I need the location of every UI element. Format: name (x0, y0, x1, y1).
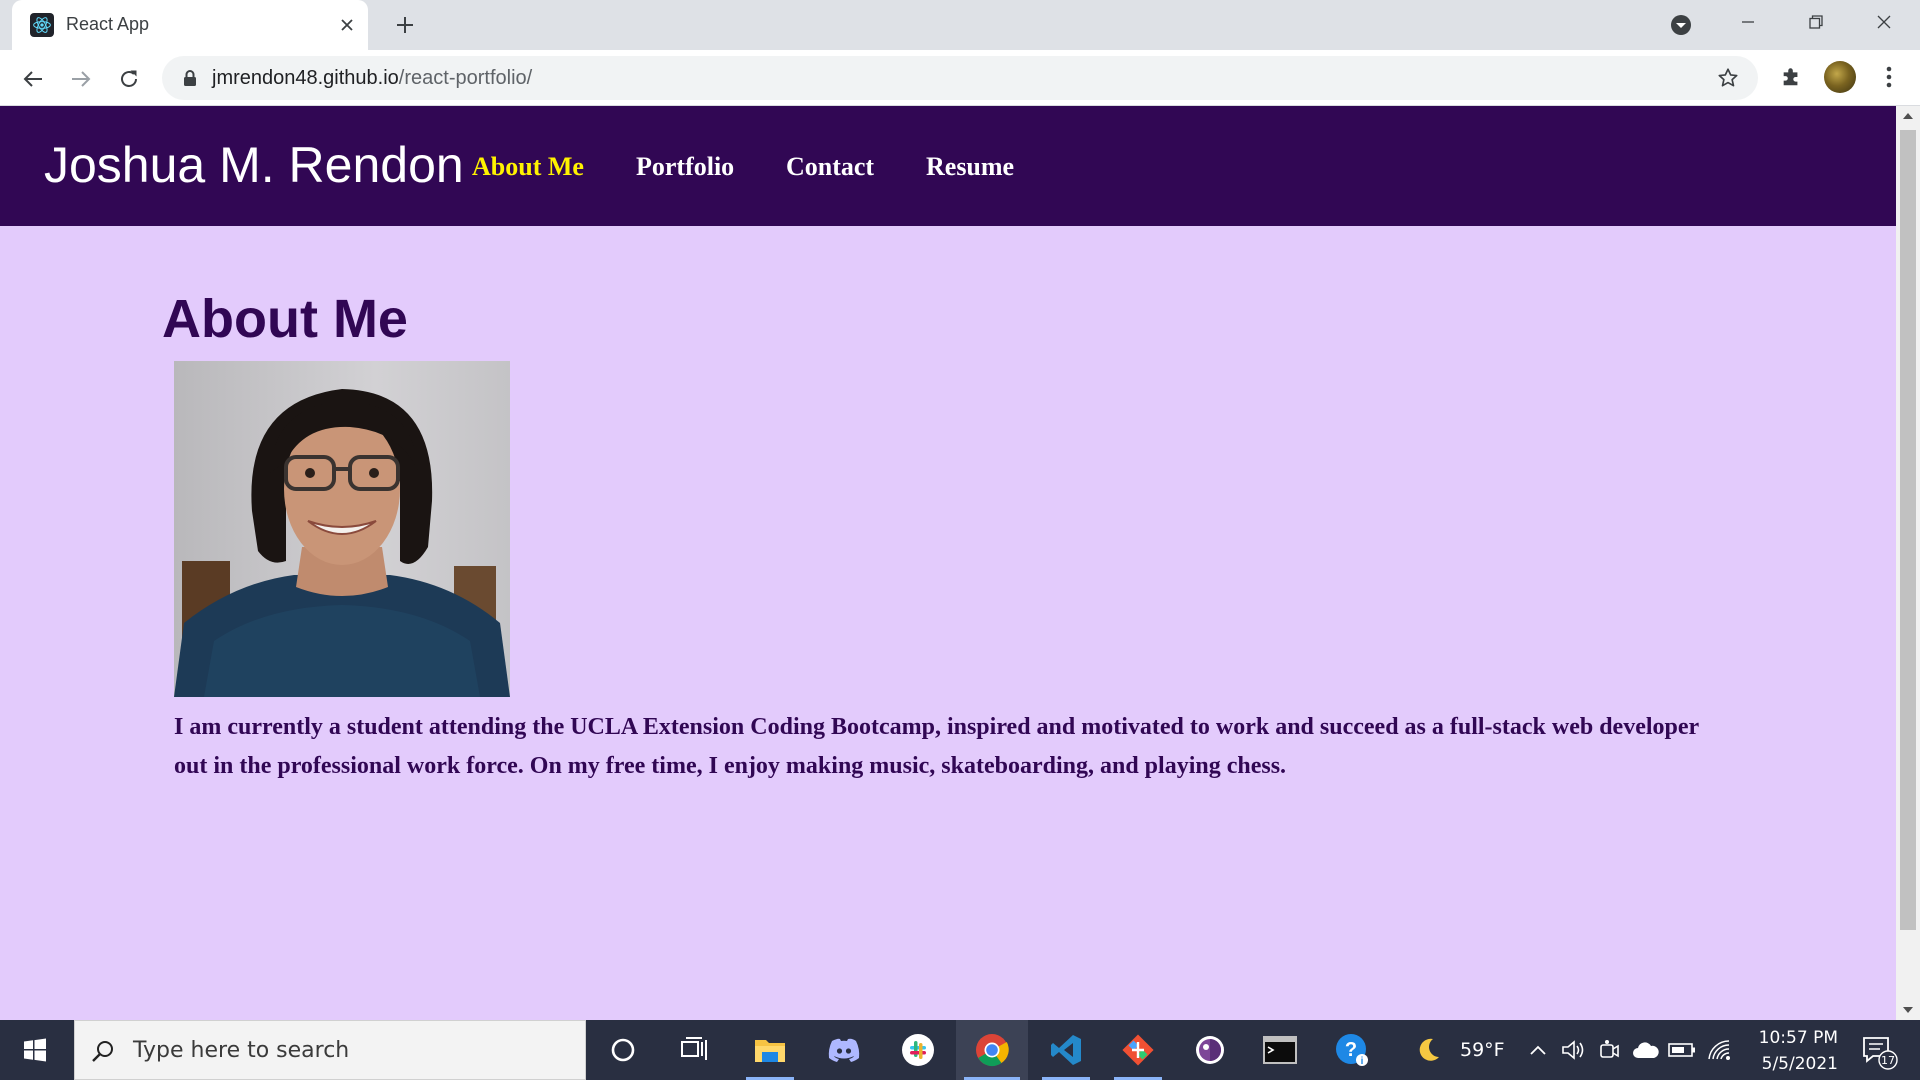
tab-title: React App (66, 14, 150, 34)
moon-icon[interactable] (1412, 1020, 1444, 1080)
search-icon (89, 1037, 117, 1065)
nav-about-me[interactable]: About Me (472, 152, 584, 182)
reload-icon[interactable] (112, 62, 146, 96)
notification-count: 17 (1881, 1054, 1895, 1067)
search-placeholder: Type here to search (133, 1038, 350, 1063)
onedrive-cloud-icon[interactable] (1630, 1020, 1662, 1080)
svg-text:i: i (1361, 1056, 1364, 1067)
nav-resume[interactable]: Resume (926, 152, 1014, 182)
speaker-icon[interactable] (1558, 1020, 1588, 1080)
url-path: /react-portfolio/ (398, 67, 533, 89)
terminal-icon[interactable] (1248, 1020, 1312, 1080)
page-scrollbar[interactable] (1896, 106, 1920, 1020)
taskbar-clock[interactable]: 10:57 PM 5/5/2021 (1744, 1025, 1838, 1077)
browser-tab[interactable]: React App (12, 0, 368, 50)
vscode-icon[interactable] (1034, 1020, 1098, 1080)
windows-taskbar: Type here to search ? i 59°F 10:57 PM 5/… (0, 1020, 1920, 1080)
url-host: jmrendon48.github.io (212, 67, 399, 89)
battery-icon[interactable] (1666, 1020, 1698, 1080)
extensions-puzzle-icon[interactable] (1776, 62, 1806, 92)
page-title: About Me (162, 289, 408, 349)
scroll-up-arrow-icon[interactable] (1896, 106, 1920, 126)
nav-portfolio[interactable]: Portfolio (636, 152, 734, 182)
address-bar[interactable]: jmrendon48.github.io/react-portfolio/ (162, 56, 1758, 100)
clock-date: 5/5/2021 (1761, 1054, 1838, 1074)
menu-kebab-icon[interactable] (1874, 62, 1904, 92)
page-viewport: Joshua M. Rendon About Me Portfolio Cont… (0, 106, 1896, 1020)
meet-now-icon[interactable] (1594, 1020, 1624, 1080)
site-brand: Joshua M. Rendon (44, 137, 464, 193)
taskbar-search-box[interactable]: Type here to search (74, 1020, 586, 1080)
chrome-icon[interactable] (956, 1020, 1028, 1080)
back-arrow-icon[interactable] (16, 62, 50, 96)
windows-start-icon[interactable] (0, 1020, 70, 1080)
url-text[interactable]: jmrendon48.github.io/react-portfolio/ (212, 67, 532, 90)
profile-avatar[interactable] (1824, 61, 1856, 93)
tab-close-icon[interactable] (334, 12, 360, 38)
chevron-up-icon[interactable] (1526, 1020, 1550, 1080)
new-tab-plus-icon[interactable] (390, 10, 420, 40)
close-window-icon[interactable] (1852, 0, 1916, 44)
scroll-down-arrow-icon[interactable] (1896, 1000, 1920, 1020)
notification-icon[interactable]: 17 (1850, 1020, 1906, 1080)
lock-icon[interactable] (180, 68, 200, 88)
browser-tabstrip: React App (0, 0, 1920, 50)
wifi-icon[interactable] (1704, 1020, 1734, 1080)
discord-icon[interactable] (812, 1020, 876, 1080)
cortana-icon[interactable] (594, 1020, 652, 1080)
bookmark-star-icon[interactable] (1714, 64, 1742, 92)
clock-time: 10:57 PM (1758, 1028, 1838, 1048)
react-icon (30, 13, 54, 37)
scroll-thumb[interactable] (1900, 130, 1916, 930)
slack-icon[interactable] (886, 1020, 950, 1080)
restore-icon[interactable] (1784, 0, 1848, 44)
minimize-icon[interactable] (1716, 0, 1780, 44)
site-header: Joshua M. Rendon About Me Portfolio Cont… (0, 106, 1896, 226)
help-icon[interactable]: ? i (1320, 1020, 1384, 1080)
bio-paragraph: I am currently a student attending the U… (174, 714, 1699, 779)
task-view-icon[interactable] (666, 1020, 724, 1080)
svg-text:?: ? (1345, 1039, 1357, 1061)
git-icon[interactable] (1106, 1020, 1170, 1080)
profile-photo (174, 361, 510, 697)
file-explorer-icon[interactable] (738, 1020, 802, 1080)
browser-toolbar: jmrendon48.github.io/react-portfolio/ (0, 50, 1920, 106)
tab-search-icon[interactable] (1668, 12, 1694, 38)
tor-icon[interactable] (1178, 1020, 1242, 1080)
nav-contact[interactable]: Contact (786, 152, 874, 182)
weather-temp[interactable]: 59°F (1460, 1039, 1505, 1061)
forward-arrow-icon[interactable] (64, 62, 98, 96)
